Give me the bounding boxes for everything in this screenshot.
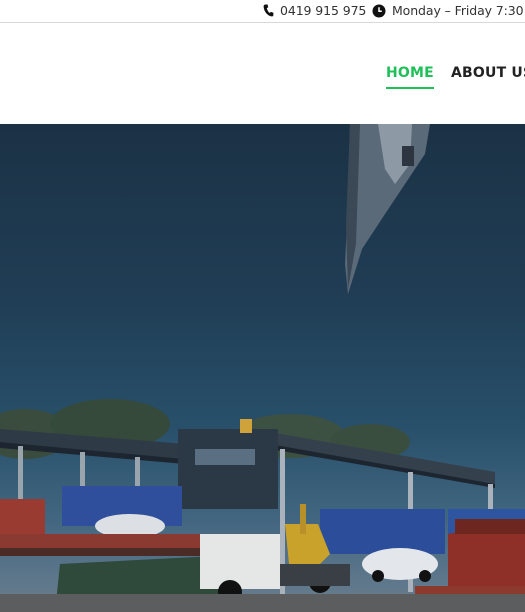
hero-yard-photo — [0, 124, 525, 612]
crane-arm — [345, 124, 430, 294]
nav-home-label: HOME — [386, 65, 434, 81]
nav-about-us[interactable]: ABOUT US — [451, 65, 525, 81]
site-header: HOME ABOUT US — [0, 23, 525, 124]
hours-text: Monday – Friday 7:30 A — [392, 3, 525, 18]
phone-number: 0419 915 975 — [280, 3, 367, 18]
top-contact-bar: 0419 915 975 Monday – Friday 7:30 A — [0, 0, 525, 23]
clock-icon — [372, 4, 386, 18]
nav-about-us-label: ABOUT US — [451, 65, 525, 81]
business-hours: Monday – Friday 7:30 A — [372, 3, 525, 18]
nav-home[interactable]: HOME — [386, 65, 434, 89]
phone-contact[interactable]: 0419 915 975 — [263, 3, 366, 18]
phone-icon — [263, 4, 274, 17]
hero-banner — [0, 124, 525, 612]
active-nav-indicator — [386, 87, 434, 89]
